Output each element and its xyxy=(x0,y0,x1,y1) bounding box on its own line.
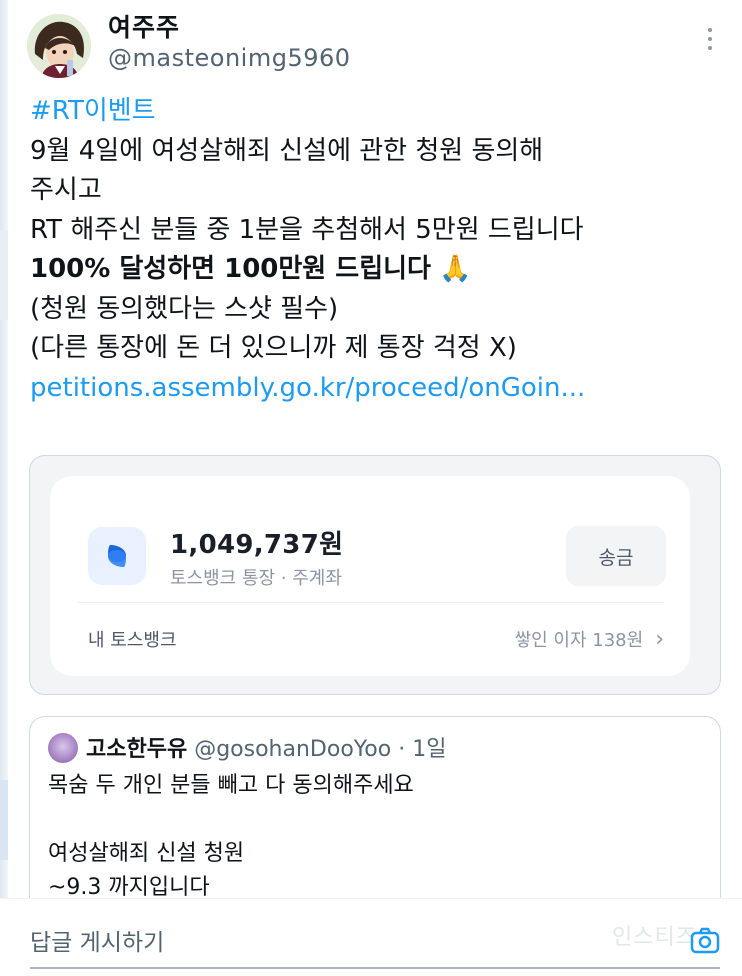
divider xyxy=(78,602,664,603)
tweet-line: RT 해주신 분들 중 1분을 추첨해서 5만원 드립니다 xyxy=(30,214,584,245)
display-name[interactable]: 여주주 xyxy=(108,8,180,44)
interest-row: 쌓인 이자 138원 › xyxy=(515,626,664,652)
user-handle[interactable]: @masteonimg5960 xyxy=(108,44,351,72)
site-watermark: 인스티즈 xyxy=(612,925,697,950)
media-attachment[interactable]: 1,049,737원 토스뱅크 통장 · 주계좌 송금 내 토스뱅크 쌓인 이자… xyxy=(29,455,721,695)
avatar-image xyxy=(27,14,91,78)
tweet-line: 9월 4일에 여성살해죄 신설에 관한 청원 동의해 xyxy=(30,135,544,166)
tweet-text: #RT이벤트 9월 4일에 여성살해죄 신설에 관한 청원 동의해 주시고 RT… xyxy=(30,92,720,408)
interest-text: 쌓인 이자 138원 xyxy=(514,630,644,651)
avatar[interactable] xyxy=(27,14,91,78)
quote-header: 고소한두유 @gosohanDooYoo · 1일 xyxy=(86,731,446,763)
account-name: 토스뱅크 통장 · 주계좌 xyxy=(170,568,342,589)
praying-hands-emoji: 🙏 xyxy=(439,254,472,284)
tweet-bold-line: 100% 달성하면 100만원 드립니다 🙏 xyxy=(30,250,720,290)
chevron-right-icon: › xyxy=(655,626,664,652)
hashtag-link[interactable]: #RT이벤트 xyxy=(30,92,720,132)
edge-mark xyxy=(0,230,8,320)
camera-icon[interactable] xyxy=(690,925,720,955)
edge-mark xyxy=(0,780,8,860)
quoted-tweet[interactable]: 고소한두유 @gosohanDooYoo · 1일 목숨 두 개인 분들 빼고 … xyxy=(29,716,721,916)
tweet-line: (다른 통장에 돈 더 있으니까 제 통장 걱정 X) xyxy=(30,333,517,363)
left-edge-strip xyxy=(0,0,8,975)
reply-underline xyxy=(30,967,720,969)
quote-display-name: 고소한두유 xyxy=(86,737,188,762)
tweet-line: 주시고 xyxy=(30,175,102,205)
reply-input[interactable]: 답글 게시하기 xyxy=(30,923,164,957)
quote-line: 여성살해죄 신설 청원 xyxy=(48,841,245,866)
toss-logo-icon xyxy=(108,545,126,567)
send-money-button: 송금 xyxy=(566,526,666,586)
my-toss-bank-label: 내 토스뱅크 xyxy=(88,630,177,651)
quote-handle-time: @gosohanDooYoo · 1일 xyxy=(194,737,447,762)
quote-avatar xyxy=(48,733,78,763)
more-options-icon[interactable] xyxy=(700,24,720,54)
bold-text: 100% 달성하면 100만원 드립니다 xyxy=(30,254,431,284)
bank-account-card: 1,049,737원 토스뱅크 통장 · 주계좌 송금 내 토스뱅크 쌓인 이자… xyxy=(50,476,690,676)
account-balance: 1,049,737원 xyxy=(170,530,344,560)
tweet-line: (청원 동의했다는 스샷 필수) xyxy=(30,293,339,324)
reply-bar: 답글 게시하기 인스티즈 xyxy=(0,898,742,976)
petition-link[interactable]: petitions.assembly.go.kr/proceed/onGoin.… xyxy=(30,369,720,409)
quote-line xyxy=(48,803,708,837)
toss-bank-icon xyxy=(88,527,146,585)
quote-line: 목숨 두 개인 분들 빼고 다 동의해주세요 xyxy=(48,773,414,798)
quote-text: 목숨 두 개인 분들 빼고 다 동의해주세요 여성살해죄 신설 청원 ~9.3 … xyxy=(48,769,708,905)
